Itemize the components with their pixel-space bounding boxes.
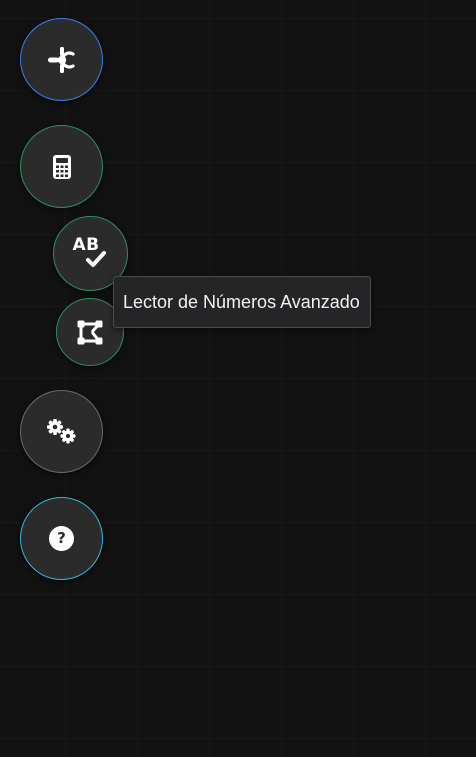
calculator-button[interactable] xyxy=(20,125,103,208)
help-glyph: ? xyxy=(57,529,66,547)
tools-icon xyxy=(46,44,78,76)
spell-check-icon: AB xyxy=(71,236,111,272)
tools-button[interactable] xyxy=(20,18,103,101)
help-button[interactable]: ? xyxy=(20,497,103,580)
question-circle-icon: ? xyxy=(49,526,74,551)
tooltip-text: Lector de Números Avanzado xyxy=(123,292,360,312)
settings-button[interactable] xyxy=(20,390,103,473)
tooltip: Lector de Números Avanzado xyxy=(113,276,371,328)
gears-icon xyxy=(45,417,79,447)
bezier-shape-icon xyxy=(76,318,104,346)
calculator-icon xyxy=(51,154,73,180)
